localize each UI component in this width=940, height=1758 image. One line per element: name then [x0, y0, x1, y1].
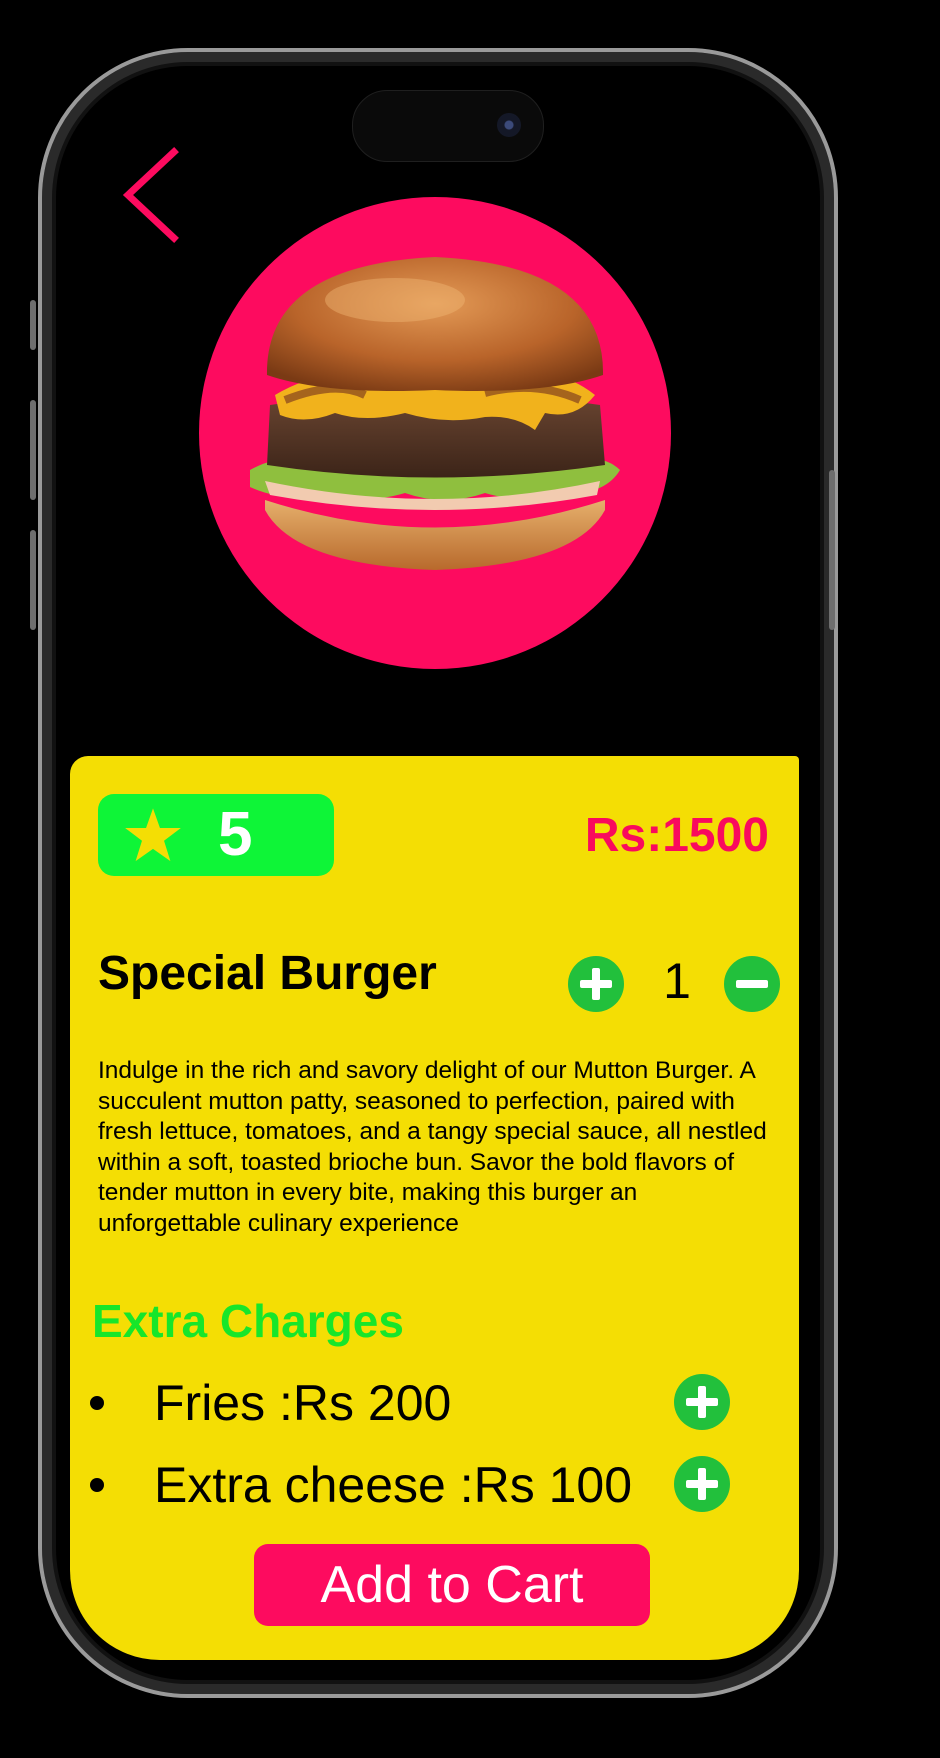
bullet-icon [90, 1478, 104, 1492]
decrease-quantity-button[interactable] [724, 956, 780, 1012]
rating-badge: 5 [98, 794, 334, 876]
chevron-left-icon [122, 147, 179, 243]
add-fries-button[interactable] [674, 1374, 730, 1430]
product-details-card: 5 Rs:1500 Special Burger 1 Indulge in th… [70, 756, 799, 1660]
extra-item-fries: Fries :Rs 200 [90, 1374, 770, 1434]
extra-item-label: Fries :Rs 200 [154, 1375, 452, 1431]
back-button[interactable] [120, 140, 200, 250]
increase-quantity-button[interactable] [568, 956, 624, 1012]
rating-value: 5 [218, 800, 253, 869]
burger-image [250, 257, 620, 570]
action-button [30, 300, 36, 350]
extra-charges-heading: Extra Charges [92, 1295, 404, 1347]
product-price: Rs:1500 [584, 809, 769, 862]
volume-up-button [30, 400, 36, 500]
product-name: Special Burger [98, 947, 437, 1000]
camera-icon [497, 113, 521, 137]
star-icon [125, 808, 181, 862]
bullet-icon [90, 1396, 104, 1410]
quantity-value: 1 [663, 953, 691, 1009]
extra-item-cheese: Extra cheese :Rs 100 [90, 1456, 770, 1516]
product-description: Indulge in the rich and savory delight o… [98, 1057, 767, 1237]
add-extra-cheese-button[interactable] [674, 1456, 730, 1512]
dynamic-island [352, 90, 544, 162]
extra-item-label: Extra cheese :Rs 100 [154, 1457, 633, 1513]
power-button [829, 470, 835, 630]
volume-down-button [30, 530, 36, 630]
add-to-cart-button[interactable]: Add to Cart [254, 1544, 650, 1626]
